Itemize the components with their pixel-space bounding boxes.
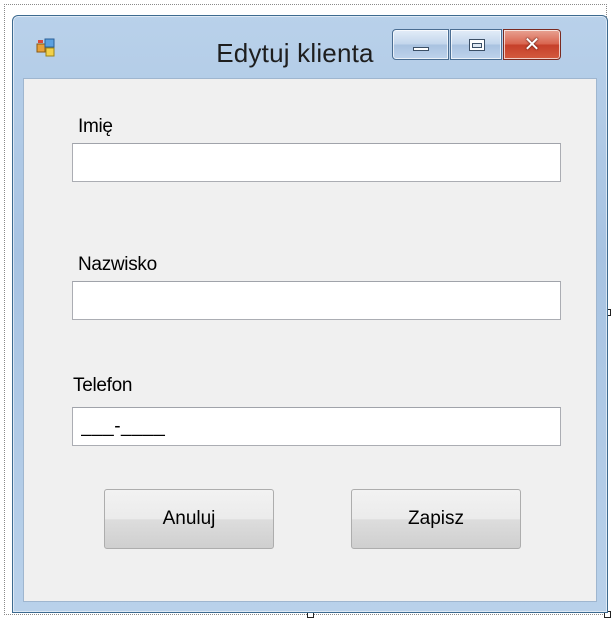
minimize-icon <box>413 47 429 51</box>
form-client-area: Imię Nazwisko Telefon Anuluj Zapisz <box>23 78 597 602</box>
phone-masked-input[interactable] <box>72 407 561 446</box>
first-name-label: Imię <box>78 116 113 137</box>
first-name-input[interactable] <box>72 143 561 182</box>
last-name-input[interactable] <box>72 281 561 320</box>
edit-client-window: Edytuj klienta ✕ Imię Nazwisko Telefon A… <box>12 15 608 613</box>
save-button[interactable]: Zapisz <box>351 489 521 549</box>
maximize-button[interactable] <box>450 29 502 60</box>
close-icon: ✕ <box>523 32 541 56</box>
close-button[interactable]: ✕ <box>503 29 561 60</box>
maximize-icon <box>469 39 485 51</box>
title-bar[interactable]: Edytuj klienta ✕ <box>13 16 607 78</box>
cancel-button[interactable]: Anuluj <box>104 489 274 549</box>
minimize-button[interactable] <box>392 29 449 60</box>
last-name-label: Nazwisko <box>78 254 157 275</box>
phone-label: Telefon <box>73 375 133 396</box>
